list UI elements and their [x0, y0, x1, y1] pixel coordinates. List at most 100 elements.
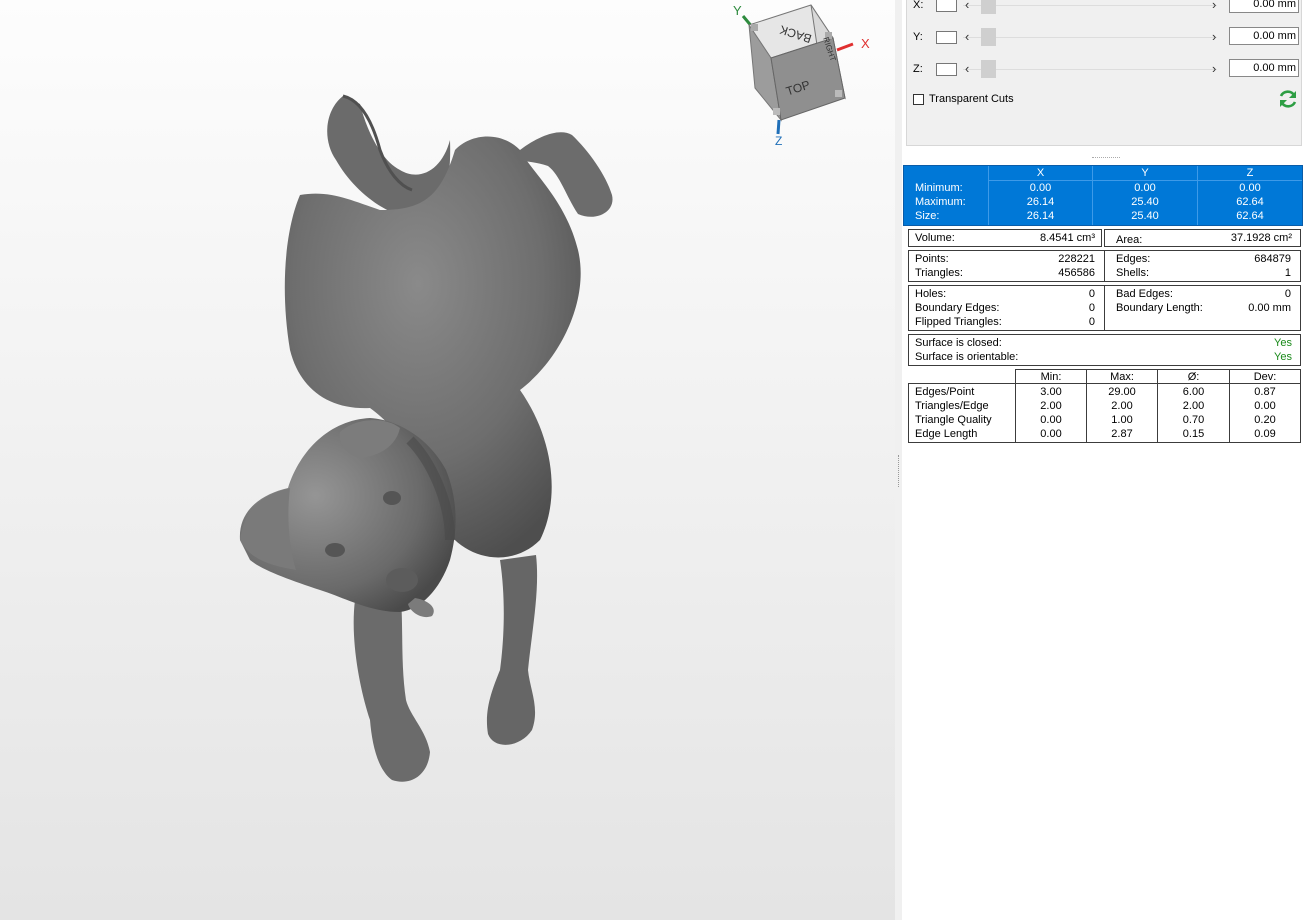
analysis-panel: X: ‹ › 0.00 mm Y: ‹ › 0.00 mm Z: ‹ › 0.0…: [902, 0, 1305, 920]
shells-label: Shells:: [1116, 267, 1150, 279]
slider-thumb[interactable]: [981, 28, 996, 46]
volume-box: Volume: 8.4541 cm³: [908, 229, 1102, 247]
refresh-icon[interactable]: [1277, 88, 1299, 110]
z-axis-line: [776, 119, 781, 135]
stat-cell: 0.00: [1254, 400, 1276, 412]
cut-enable-checkbox[interactable]: [936, 0, 957, 12]
stat-body: Edges/Point 3.00 29.00 6.00 0.87 Triangl…: [908, 383, 1301, 443]
bad-edges-value: 0: [1284, 288, 1291, 300]
panel-splitter[interactable]: [895, 0, 902, 920]
triangles-value: 456586: [1058, 267, 1095, 279]
cut-value-input[interactable]: 0.00 mm: [1229, 59, 1299, 77]
stat-cell: 2.87: [1111, 428, 1133, 440]
holes-value: 0: [1088, 288, 1095, 300]
z-axis-label: Z: [775, 134, 783, 148]
edges-label: Edges:: [1116, 253, 1151, 265]
bad-edges-label: Bad Edges:: [1116, 288, 1173, 300]
mesh-statistics-table: Min: Max: Ø: Dev: Edges/Point 3.00 29.00…: [908, 369, 1301, 444]
stat-cell: 0.20: [1254, 414, 1276, 426]
points-label: Points:: [915, 253, 949, 265]
cut-row-y: Y: ‹ › 0.00 mm: [907, 27, 1301, 49]
cell-value: 0.00: [1239, 182, 1261, 194]
area-label: Area:: [1116, 234, 1143, 246]
row-label-size: Size:: [915, 210, 940, 222]
stat-cell: 0.87: [1254, 386, 1276, 398]
surface-closed-label: Surface is closed:: [915, 337, 1002, 349]
row-label-minimum: Minimum:: [915, 182, 963, 194]
stat-row-label: Triangles/Edge: [915, 400, 989, 412]
slider-track[interactable]: [963, 5, 1217, 6]
volume-label: Volume:: [915, 232, 955, 244]
cut-axis-label: Y:: [913, 31, 923, 43]
stat-row-label: Edge Length: [915, 428, 978, 440]
slider-thumb[interactable]: [981, 60, 996, 78]
view-cube[interactable]: BACK TOP RIGHT Y X Z: [725, 0, 880, 150]
stat-header-dev: Dev:: [1253, 371, 1277, 383]
slider-right-arrow[interactable]: ›: [1212, 29, 1216, 44]
cut-value-input[interactable]: 0.00 mm: [1229, 27, 1299, 45]
col-header-y: Y: [1141, 167, 1149, 179]
cut-enable-checkbox[interactable]: [936, 31, 957, 44]
col-header-z: Z: [1246, 167, 1254, 179]
bounding-box-table[interactable]: X Y Z Minimum: 0.00 0.00 0.00 Maximum: 2…: [903, 165, 1303, 226]
row-label-maximum: Maximum:: [915, 196, 966, 208]
cut-value-input[interactable]: 0.00 mm: [1229, 0, 1299, 13]
transparent-cuts-label: Transparent Cuts: [929, 93, 1014, 105]
surface-orientable-value: Yes: [1274, 351, 1292, 363]
stat-cell: 0.15: [1182, 428, 1205, 440]
stat-cell: 1.00: [1111, 414, 1133, 426]
edges-value: 684879: [1254, 253, 1291, 265]
cell-value: 25.40: [1131, 196, 1159, 208]
stat-cell: 6.00: [1182, 386, 1205, 398]
stat-cell: 0.09: [1254, 428, 1276, 440]
cell-value: 0.00: [1134, 182, 1156, 194]
cut-axis-label: X:: [913, 0, 924, 11]
surface-closed-value: Yes: [1274, 337, 1292, 349]
x-axis-label: X: [861, 36, 870, 51]
stat-cell: 3.00: [1040, 386, 1062, 398]
cell-value: 62.64: [1236, 196, 1264, 208]
slider-thumb[interactable]: [981, 0, 996, 14]
stat-row-label: Triangle Quality: [915, 414, 992, 426]
cell-value: 62.64: [1236, 210, 1264, 222]
surface-status-box: Surface is closed: Yes Surface is orient…: [908, 334, 1301, 366]
area-value: 37.1928 cm²: [1230, 232, 1292, 244]
shells-value: 1: [1284, 267, 1291, 279]
flipped-triangles-value: 0: [1088, 316, 1095, 328]
boundary-length-label: Boundary Length:: [1116, 302, 1203, 314]
slider-track[interactable]: [963, 69, 1217, 70]
mesh-counts-box: Points: 228221 Triangles: 456586 Edges: …: [908, 250, 1301, 282]
boundary-edges-value: 0: [1088, 302, 1095, 314]
volume-value: 8.4541 cm³: [1039, 232, 1095, 244]
area-box: Area: 37.1928 cm²: [1104, 229, 1301, 247]
stat-header-avg: Ø:: [1187, 371, 1200, 383]
section-grip[interactable]: [1092, 157, 1120, 160]
stat-cell: 0.70: [1182, 414, 1205, 426]
splitter-grip[interactable]: [898, 455, 900, 487]
cell-value: 26.14: [1026, 196, 1055, 208]
stat-header-max: Max:: [1110, 371, 1134, 383]
slider-track[interactable]: [963, 37, 1217, 38]
cut-row-z: Z: ‹ › 0.00 mm: [907, 59, 1301, 81]
flipped-triangles-label: Flipped Triangles:: [915, 316, 1002, 328]
slider-left-arrow[interactable]: ‹: [965, 0, 969, 12]
mesh-errors-box: Holes: 0 Boundary Edges: 0 Flipped Trian…: [908, 285, 1301, 331]
cut-row-x: X: ‹ › 0.00 mm: [907, 0, 1301, 17]
holes-label: Holes:: [915, 288, 947, 300]
slider-left-arrow[interactable]: ‹: [965, 61, 969, 76]
cut-axis-label: Z:: [913, 63, 923, 75]
cut-enable-checkbox[interactable]: [936, 63, 957, 76]
boundary-length-value: 0.00 mm: [1248, 302, 1291, 314]
transparent-cuts-checkbox[interactable]: [913, 94, 924, 105]
3d-viewport[interactable]: BACK TOP RIGHT Y X Z: [0, 0, 895, 920]
triangles-label: Triangles:: [915, 267, 963, 279]
stat-cell: 0.00: [1040, 414, 1062, 426]
cut-controls-group: X: ‹ › 0.00 mm Y: ‹ › 0.00 mm Z: ‹ › 0.0…: [906, 0, 1302, 146]
cell-value: 0.00: [1029, 182, 1052, 194]
stat-cell: 29.00: [1108, 386, 1136, 398]
slider-right-arrow[interactable]: ›: [1212, 61, 1216, 76]
slider-right-arrow[interactable]: ›: [1212, 0, 1216, 12]
stat-header-min: Min:: [1040, 371, 1062, 383]
stat-cell: 2.00: [1111, 400, 1133, 412]
slider-left-arrow[interactable]: ‹: [965, 29, 969, 44]
